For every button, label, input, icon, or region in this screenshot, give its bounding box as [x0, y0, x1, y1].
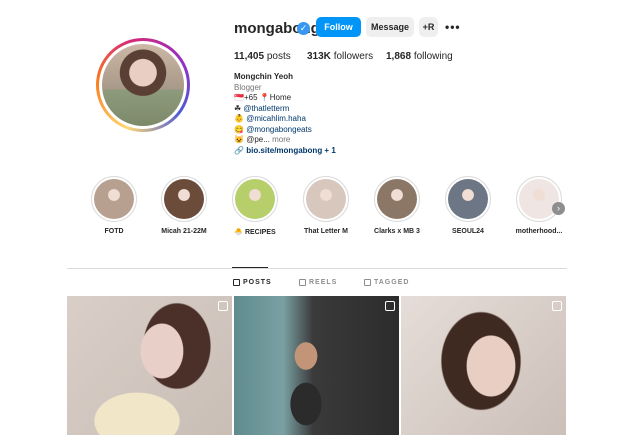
- reels-icon: [299, 279, 306, 286]
- bio-line-truncated: 😺 @pe... more: [234, 135, 454, 146]
- profile-avatar-image: [102, 44, 184, 126]
- highlight-item[interactable]: SEOUL24: [438, 176, 498, 235]
- baby-icon: 👶: [234, 114, 244, 123]
- highlight-label: Micah 21-22M: [161, 228, 207, 235]
- tab-reels[interactable]: REELS: [299, 279, 337, 286]
- highlight-image: [164, 179, 204, 219]
- bio-truncated-text: @pe...: [246, 135, 270, 144]
- following-count-value: 1,868: [386, 51, 412, 62]
- highlight-label: FOTD: [104, 228, 124, 235]
- tab-active-indicator: [232, 267, 268, 268]
- carousel-icon: [385, 301, 395, 311]
- highlight-image: [94, 179, 134, 219]
- posts-count-label: posts: [266, 51, 291, 62]
- highlight-cover: [303, 176, 349, 222]
- tabs-divider: [67, 268, 567, 269]
- highlight-cover: [91, 176, 137, 222]
- mention-link-thatletterm[interactable]: @thatletterm: [243, 104, 289, 113]
- post-thumbnail[interactable]: [401, 296, 566, 435]
- highlight-item[interactable]: That Letter M: [296, 176, 356, 235]
- reel-icon: [552, 301, 562, 311]
- highlight-label: motherhood...: [515, 228, 563, 235]
- following-count[interactable]: 1,868 following: [386, 51, 453, 62]
- highlight-item[interactable]: 🐣 RECIPES: [225, 176, 285, 236]
- bio-more-button[interactable]: more: [272, 135, 290, 144]
- bio-line-mongabongeats: 😋 @mongabongeats: [234, 125, 454, 136]
- verified-badge-icon: ✓: [297, 22, 310, 35]
- tab-posts-label: POSTS: [243, 279, 272, 286]
- bio-line-link: 🔗 bio.site/mongabong + 1: [234, 146, 454, 157]
- tab-tagged[interactable]: TAGGED: [364, 279, 409, 286]
- highlight-image: [306, 179, 346, 219]
- post-thumbnail[interactable]: [234, 296, 399, 435]
- highlight-item[interactable]: FOTD: [84, 176, 144, 235]
- tab-reels-label: REELS: [309, 279, 338, 286]
- highlight-label: Clarks x MB 3: [374, 228, 420, 235]
- more-options-icon[interactable]: •••: [445, 20, 461, 34]
- profile-avatar: [99, 41, 187, 129]
- highlight-image: [448, 179, 488, 219]
- link-icon: 🔗: [234, 145, 244, 155]
- followers-count-value: 313K: [307, 51, 331, 62]
- highlight-image: [377, 179, 417, 219]
- bio-line-thatletterm: ☘ @thatletterm: [234, 104, 454, 115]
- clover-icon: ☘: [234, 103, 242, 113]
- posts-count-value: 11,405: [234, 51, 265, 62]
- highlight-cover: [445, 176, 491, 222]
- highlight-cover: [161, 176, 207, 222]
- highlights-next-arrow-icon[interactable]: ›: [552, 202, 565, 215]
- suggested-users-button[interactable]: +R: [419, 17, 438, 37]
- mention-link-mongabongeats[interactable]: @mongabongeats: [246, 125, 312, 134]
- bio-line-micahlim: 👶 @micahlim.haha: [234, 114, 454, 125]
- followers-count-label: followers: [333, 51, 374, 62]
- yum-face-icon: 😋: [234, 124, 244, 134]
- bio-external-link[interactable]: bio.site/mongabong + 1: [246, 146, 336, 155]
- highlight-cover: [232, 176, 278, 222]
- post-thumbnail[interactable]: [67, 296, 232, 435]
- mention-link-micahlim[interactable]: @micahlim.haha: [246, 114, 306, 123]
- bio-location-text: +65 📍Home: [243, 93, 292, 102]
- flag-icon: 🇸🇬: [234, 93, 244, 102]
- followers-count[interactable]: 313K followers: [307, 51, 373, 62]
- highlight-label: That Letter M: [304, 228, 348, 235]
- profile-full-name: Mongchin Yeoh: [234, 72, 293, 81]
- cat-face-icon: 😺: [234, 135, 244, 144]
- reel-icon: [218, 301, 228, 311]
- message-button[interactable]: Message: [366, 17, 414, 37]
- highlight-cover: [374, 176, 420, 222]
- profile-avatar-ring[interactable]: [96, 38, 190, 132]
- profile-category: Blogger: [234, 82, 262, 92]
- highlight-label: SEOUL24: [452, 228, 484, 235]
- tab-tagged-label: TAGGED: [374, 279, 410, 286]
- grid-icon: [233, 279, 240, 286]
- highlight-image: [235, 179, 275, 219]
- tagged-icon: [364, 279, 371, 286]
- profile-bio: Mongchin Yeoh Blogger 🇸🇬+65 📍Home ☘ @tha…: [234, 72, 454, 156]
- follow-button[interactable]: Follow: [316, 17, 361, 37]
- highlight-item[interactable]: Clarks x MB 3: [367, 176, 427, 235]
- highlight-cover: [516, 176, 562, 222]
- highlight-item[interactable]: Micah 21-22M: [154, 176, 214, 235]
- tab-posts[interactable]: POSTS: [233, 279, 272, 286]
- posts-count: 11,405 posts: [234, 51, 291, 62]
- highlight-label: 🐣 RECIPES: [234, 229, 276, 236]
- bio-line-location: 🇸🇬+65 📍Home: [234, 93, 454, 104]
- following-count-label: following: [413, 51, 453, 62]
